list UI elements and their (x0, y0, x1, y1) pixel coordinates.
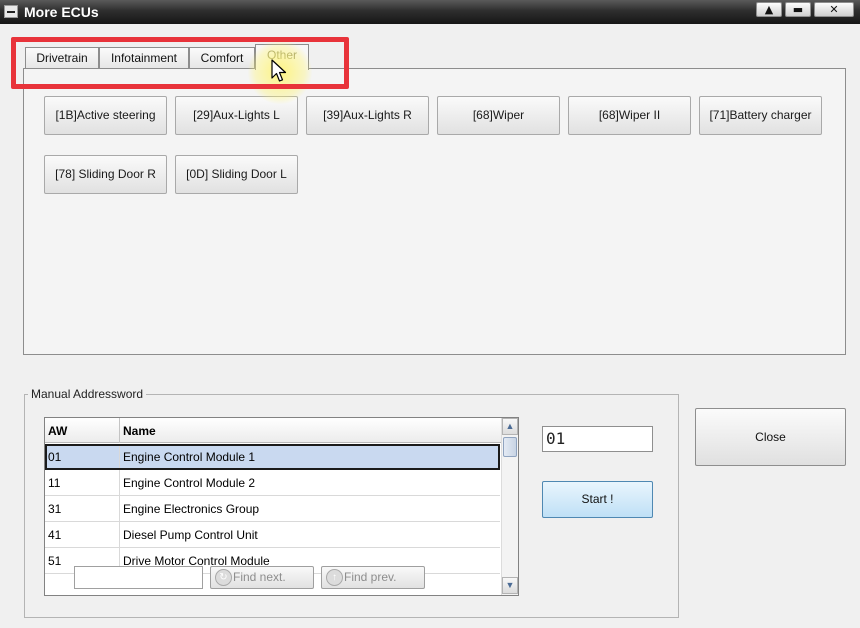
row-divider (119, 522, 120, 547)
find-prev-button[interactable]: ↑ Find prev. (321, 566, 425, 589)
scroll-up-icon[interactable]: ▲ (502, 418, 518, 435)
list-scrollbar[interactable]: ▲ ▼ (501, 418, 518, 595)
tab-infotainment[interactable]: Infotainment (99, 47, 189, 69)
ecu-button-battery-charger[interactable]: [71]Battery charger (699, 96, 822, 135)
find-next-button[interactable]: ↻ Find next. (210, 566, 314, 589)
ecu-button-sliding-door-l[interactable]: [0D] Sliding Door L (175, 155, 298, 194)
refresh-icon: ↻ (215, 569, 232, 586)
mouse-cursor-icon (271, 59, 287, 82)
ecu-button-aux-lights-r[interactable]: [39]Aux-Lights R (306, 96, 429, 135)
system-menu-icon[interactable] (4, 5, 18, 18)
find-input[interactable] (74, 566, 203, 589)
table-row[interactable]: 11 Engine Control Module 2 (45, 470, 500, 496)
row-aw: 11 (48, 476, 61, 490)
start-button[interactable]: Start ! (542, 481, 653, 518)
minimize-button[interactable]: ▲ (756, 2, 782, 17)
find-next-label: Find next. (233, 570, 286, 584)
row-aw: 41 (48, 528, 62, 542)
row-aw: 01 (48, 450, 62, 464)
maximize-button[interactable]: ▬ (785, 2, 811, 17)
row-name: Engine Control Module 2 (123, 476, 256, 490)
ecu-button-wiper-ii[interactable]: [68]Wiper II (568, 96, 691, 135)
list-header: AW Name (45, 418, 501, 443)
ecu-button-active-steering[interactable]: [1B]Active steering (44, 96, 167, 135)
close-button[interactable]: Close (695, 408, 846, 466)
address-input[interactable]: 01 (542, 426, 653, 452)
scroll-thumb[interactable] (503, 437, 517, 457)
row-aw: 51 (48, 554, 62, 568)
row-name: Diesel Pump Control Unit (123, 528, 258, 542)
ecu-button-aux-lights-l[interactable]: [29]Aux-Lights L (175, 96, 298, 135)
find-prev-label: Find prev. (344, 570, 397, 584)
table-row[interactable]: 01 Engine Control Module 1 (45, 444, 500, 470)
column-header-aw[interactable]: AW (48, 424, 67, 438)
column-header-name[interactable]: Name (123, 424, 156, 438)
ecu-button-sliding-door-r[interactable]: [78] Sliding Door R (44, 155, 167, 194)
close-window-button[interactable]: ✕ (814, 2, 854, 17)
title-bar[interactable]: More ECUs ▲ ▬ ✕ (0, 0, 860, 24)
table-row[interactable]: 31 Engine Electronics Group (45, 496, 500, 522)
tab-comfort[interactable]: Comfort (189, 47, 255, 69)
row-divider (119, 446, 120, 468)
more-ecus-window: More ECUs ▲ ▬ ✕ Drivetrain Infotainment … (0, 0, 860, 628)
scroll-down-icon[interactable]: ▼ (502, 577, 518, 594)
row-divider (119, 496, 120, 521)
row-divider (119, 470, 120, 495)
manual-addressword-label: Manual Addressword (28, 387, 147, 401)
column-divider[interactable] (119, 418, 120, 443)
row-name: Engine Electronics Group (123, 502, 260, 516)
row-aw: 31 (48, 502, 62, 516)
window-title: More ECUs (24, 4, 99, 20)
row-name: Engine Control Module 1 (123, 450, 256, 464)
table-row[interactable]: 41 Diesel Pump Control Unit (45, 522, 500, 548)
tab-drivetrain[interactable]: Drivetrain (25, 47, 99, 69)
ecu-button-wiper[interactable]: [68]Wiper (437, 96, 560, 135)
arrow-up-icon: ↑ (326, 569, 343, 586)
